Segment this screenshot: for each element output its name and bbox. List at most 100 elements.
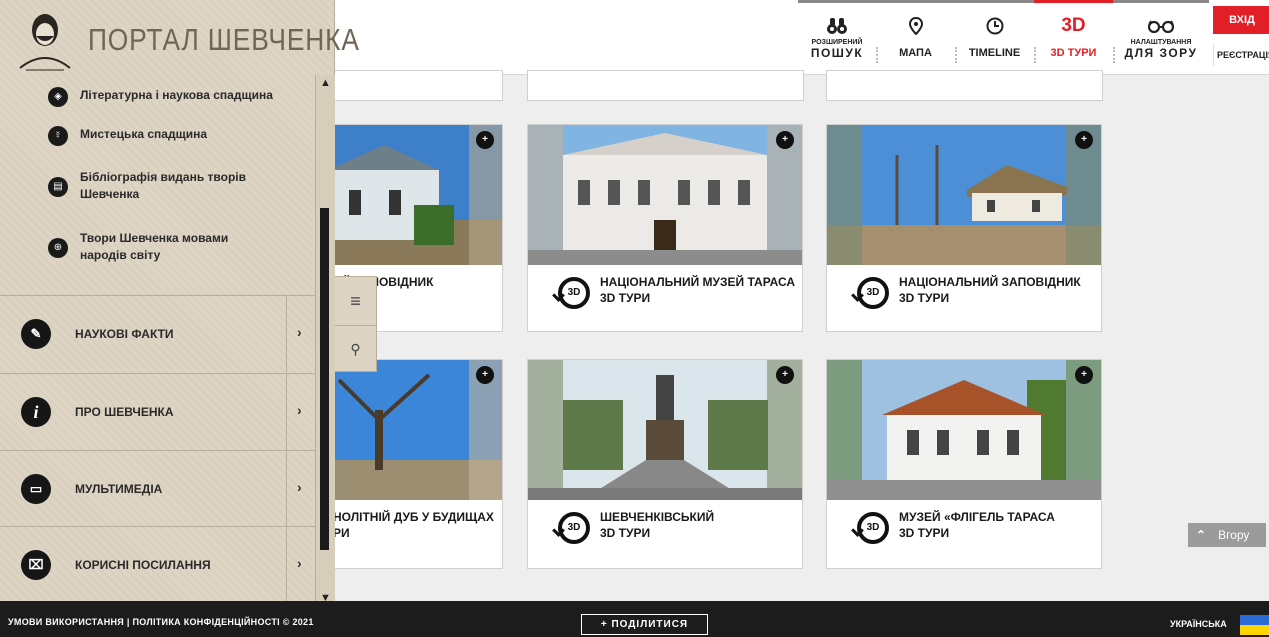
sidebar-item-label: МУЛЬТИМЕДІА xyxy=(75,481,163,496)
3d-icon: 3D xyxy=(1061,15,1086,36)
card-partial-top[interactable] xyxy=(328,70,503,101)
tour-image xyxy=(329,125,502,265)
vision-settings-button[interactable]: НАЛАШТУВАННЯ ДЛЯ ЗОРУ xyxy=(1113,0,1209,75)
page: РОЗШИРЕНИЙ ПОШУК МАПА TIMELINE 3D 3D ТУР… xyxy=(0,0,1269,637)
language-selector[interactable]: УКРАЇНСЬКА xyxy=(1170,619,1227,629)
site-logo[interactable]: ПОРТАЛ ШЕВЧЕНКА xyxy=(16,6,359,74)
card-subtitle: 3D ТУРИ xyxy=(899,526,950,540)
clock-icon xyxy=(986,13,1004,39)
card-title: МУЗЕЙ «ФЛІГЕЛЬ ТАРАСА xyxy=(899,510,1055,524)
tour-card[interactable]: + 3D НАЦІОНАЛЬНИЙ ЗАПОВІДНИК 3D ТУРИ xyxy=(826,124,1102,332)
map-button[interactable]: МАПА xyxy=(876,0,957,75)
add-to-list-icon[interactable]: + xyxy=(476,131,494,149)
card-partial-top[interactable] xyxy=(527,70,804,101)
scroll-up-arrow-icon[interactable]: ▲ xyxy=(320,77,331,89)
scrollbar-thumb[interactable] xyxy=(320,208,329,550)
sidebar-subitem-label: Твори Шевченка мовами народів світу xyxy=(80,231,229,262)
chevron-up-icon: ⌃ xyxy=(1196,528,1207,542)
register-link[interactable]: РЕЄСТРАЦІЯ xyxy=(1213,44,1269,66)
add-to-list-icon[interactable]: + xyxy=(1075,366,1093,384)
card-subtitle: РИ xyxy=(333,526,350,540)
sidebar: ПОРТАЛ ШЕВЧЕНКА ◈ Літературна і наукова … xyxy=(0,0,359,606)
sidebar-item-useful-links[interactable]: ⌧ КОРИСНІ ПОСИЛАННЯ › xyxy=(0,526,315,603)
item-divider xyxy=(286,451,287,527)
globe-icon: ⊕ xyxy=(48,238,68,258)
3d-tour-badge-icon: 3D xyxy=(558,512,590,544)
3d-tours-button[interactable]: 3D 3D ТУРИ xyxy=(1034,0,1115,75)
info-icon: i xyxy=(21,396,51,427)
tour-image xyxy=(827,125,1101,265)
3d-tour-badge-icon: 3D xyxy=(558,277,590,309)
tour-card[interactable]: + 3D МУЗЕЙ «ФЛІГЕЛЬ ТАРАСА 3D ТУРИ xyxy=(826,359,1102,569)
sidebar-item-label: КОРИСНІ ПОСИЛАННЯ xyxy=(75,557,211,572)
timeline-button[interactable]: TIMELINE xyxy=(955,0,1036,75)
item-divider xyxy=(286,374,287,450)
ukraine-flag-icon[interactable] xyxy=(1240,615,1269,635)
binoculars-icon xyxy=(827,13,847,39)
logo-text: ПОРТАЛ ШЕВЧЕНКА xyxy=(88,22,360,57)
footer-links[interactable]: УМОВИ ВИКОРИСТАННЯ | ПОЛІТИКА КОНФІДЕНЦІ… xyxy=(8,617,314,627)
card-subtitle: 3D ТУРИ xyxy=(899,291,950,305)
sidebar-item-scientific-facts[interactable]: ✎ НАУКОВІ ФАКТИ › xyxy=(0,295,315,372)
glasses-icon xyxy=(1148,13,1174,39)
sidebar-subitem-translations[interactable]: ⊕ Твори Шевченка мовами народів світу xyxy=(48,230,270,264)
sidebar-subitem-art-heritage[interactable]: ☿ Мистецька спадщина xyxy=(48,126,300,146)
sidebar-subitem-bibliography[interactable]: ▤ Бібліографія видань творів Шевченка xyxy=(48,169,260,203)
share-button[interactable]: + ПОДІЛИТИСЯ xyxy=(581,614,708,635)
sidebar-subitem-label: Бібліографія видань творів Шевченка xyxy=(80,170,247,201)
card-subtitle: 3D ТУРИ xyxy=(600,291,651,305)
3d-tour-badge-icon: 3D xyxy=(857,512,889,544)
chevron-right-icon[interactable]: › xyxy=(297,402,302,418)
map-label: МАПА xyxy=(899,47,932,59)
tour-card[interactable]: + НОЛІТНІЙ ДУБ У БУДИЩАХ РИ xyxy=(328,359,503,569)
book-icon: ▤ xyxy=(48,177,68,197)
tour-card[interactable]: + 3D ШЕВЧЕНКІВСЬКИЙ 3D ТУРИ xyxy=(527,359,803,569)
auth-block: ВХІД РЕЄСТРАЦІЯ xyxy=(1209,0,1269,75)
card-title: НОЛІТНІЙ ДУБ У БУДИЩАХ xyxy=(333,510,494,524)
card-title: ШЕВЧЕНКІВСЬКИЙ xyxy=(600,510,715,524)
advanced-search-button[interactable]: РОЗШИРЕНИЙ ПОШУК xyxy=(798,0,878,75)
edit-icon: ✎ xyxy=(21,318,51,349)
top-navigation: РОЗШИРЕНИЙ ПОШУК МАПА TIMELINE 3D 3D ТУР… xyxy=(798,0,1269,75)
sidebar-item-multimedia[interactable]: ▭ МУЛЬТИМЕДІА › xyxy=(0,450,315,527)
tour-image xyxy=(528,125,802,265)
add-to-list-icon[interactable]: + xyxy=(776,366,794,384)
graduation-cap-icon: ◈ xyxy=(48,87,68,107)
chevron-right-icon[interactable]: › xyxy=(297,555,302,571)
search-icon[interactable]: ⚲ xyxy=(335,325,376,373)
card-partial-top[interactable] xyxy=(826,70,1103,101)
card-title: НАЦІОНАЛЬНИЙ МУЗЕЙ ТАРАСА xyxy=(600,275,796,289)
login-button[interactable]: ВХІД xyxy=(1213,6,1269,34)
menu-icon[interactable]: ≡ xyxy=(335,277,376,325)
sidebar-tools: ≡ ⚲ xyxy=(335,276,377,372)
add-to-list-icon[interactable]: + xyxy=(1075,131,1093,149)
sidebar-item-label: НАУКОВІ ФАКТИ xyxy=(75,326,174,341)
footer: УМОВИ ВИКОРИСТАННЯ | ПОЛІТИКА КОНФІДЕНЦІ… xyxy=(0,601,1269,637)
item-divider xyxy=(286,527,287,603)
sidebar-item-label: ПРО ШЕВЧЕНКА xyxy=(75,404,174,419)
sidebar-subitem-label: Мистецька спадщина xyxy=(80,127,208,141)
add-to-list-icon[interactable]: + xyxy=(476,366,494,384)
scroll-to-top-button[interactable]: ⌃ Вгору xyxy=(1188,523,1266,547)
tour-image xyxy=(827,360,1101,500)
tour-image xyxy=(528,360,802,500)
chevron-right-icon[interactable]: › xyxy=(297,324,302,340)
item-divider xyxy=(286,296,287,372)
sidebar-scrollbar[interactable]: ▲ ▼ xyxy=(315,75,335,606)
timeline-label: TIMELINE xyxy=(968,47,1021,59)
add-to-list-icon[interactable]: + xyxy=(776,131,794,149)
3d-tours-label: 3D ТУРИ xyxy=(1050,47,1097,59)
link-screen-icon: ⌧ xyxy=(21,549,51,580)
media-icon: ▭ xyxy=(21,473,51,504)
art-icon: ☿ xyxy=(48,126,68,146)
advanced-search-line2: ПОШУК xyxy=(810,45,864,60)
sidebar-subitem-label: Літературна і наукова спадщина xyxy=(80,88,273,102)
sidebar-item-about-shevchenko[interactable]: i ПРО ШЕВЧЕНКА › xyxy=(0,373,315,450)
vision-settings-line2: ДЛЯ ЗОРУ xyxy=(1124,45,1198,60)
map-pin-icon xyxy=(908,13,923,39)
shevchenko-portrait-icon xyxy=(16,8,74,72)
sidebar-subitem-literary-heritage[interactable]: ◈ Літературна і наукова спадщина xyxy=(48,87,300,107)
tour-card[interactable]: + 3D НАЦІОНАЛЬНИЙ МУЗЕЙ ТАРАСА 3D ТУРИ xyxy=(527,124,803,332)
chevron-right-icon[interactable]: › xyxy=(297,479,302,495)
card-title: НАЦІОНАЛЬНИЙ ЗАПОВІДНИК xyxy=(899,275,1081,289)
